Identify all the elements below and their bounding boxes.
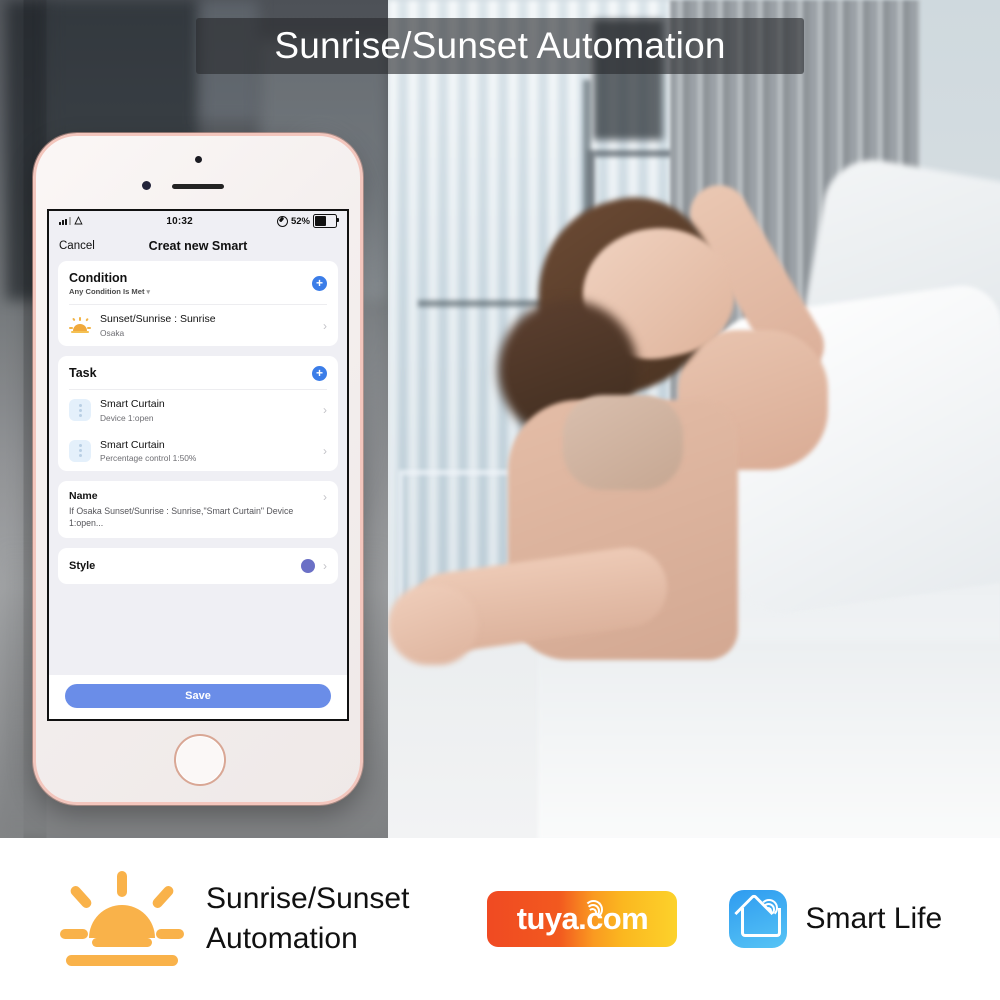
- status-bar-time: 10:32: [166, 215, 193, 227]
- phone-screen: △ 10:32 52% Cancel Creat new Smart Condi…: [47, 209, 349, 721]
- earpiece-speaker: [172, 184, 224, 189]
- smart-life-label: Smart Life: [805, 902, 943, 935]
- add-task-button[interactable]: +: [312, 365, 327, 381]
- footer-bar: Sunrise/Sunset Automation tuya.com Smart…: [0, 838, 1000, 1000]
- task-item-subtitle: Device 1:open: [100, 412, 154, 423]
- sunrise-icon: [60, 869, 184, 969]
- screen-content: Condition Any Condition Is Met ▾ + Sunse…: [49, 261, 347, 584]
- task-item-title: Smart Curtain: [100, 397, 165, 410]
- add-condition-button[interactable]: +: [312, 276, 327, 292]
- location-services-icon: [276, 215, 288, 227]
- chevron-right-icon: ›: [323, 318, 327, 333]
- chevron-right-icon: ›: [323, 443, 327, 458]
- name-card[interactable]: Name If Osaka Sunset/Sunrise : Sunrise,"…: [58, 481, 338, 538]
- footer-feature-title: Sunrise/Sunset Automation: [206, 882, 410, 955]
- name-label: Name: [69, 490, 98, 503]
- condition-subtitle-text: Any Condition Is Met: [69, 287, 145, 297]
- proximity-sensor-icon: [142, 181, 151, 190]
- banner: Sunrise/Sunset Automation: [196, 18, 804, 74]
- style-card[interactable]: Style ›: [58, 548, 338, 584]
- signal-bars-icon: [59, 217, 71, 225]
- style-color-swatch[interactable]: [301, 559, 315, 573]
- condition-subtitle[interactable]: Any Condition Is Met ▾: [69, 287, 312, 296]
- condition-item-subtitle: Osaka: [100, 327, 125, 338]
- chevron-right-icon: ›: [323, 490, 327, 505]
- condition-card: Condition Any Condition Is Met ▾ + Sunse…: [58, 261, 338, 346]
- curtain-device-icon: [69, 399, 91, 422]
- list-item[interactable]: Smart Curtain Device 1:open ›: [58, 390, 338, 431]
- cancel-button[interactable]: Cancel: [59, 240, 95, 252]
- photo-bedroom-scene: [388, 0, 1000, 838]
- sunrise-icon: [69, 316, 91, 335]
- list-item[interactable]: Sunset/Sunrise : Sunrise Osaka ›: [58, 305, 338, 346]
- banner-title: Sunrise/Sunset Automation: [274, 25, 726, 66]
- task-item-title: Smart Curtain: [100, 438, 165, 451]
- smart-life-logo: Smart Life: [729, 890, 942, 948]
- tuya-logo: tuya.com: [487, 891, 678, 947]
- battery-icon: [313, 214, 339, 228]
- wifi-arc-icon: [584, 898, 606, 919]
- chevron-down-icon: ▾: [146, 289, 151, 297]
- style-label: Style: [69, 560, 96, 572]
- front-camera-icon: [194, 156, 202, 163]
- battery-percent: 52%: [290, 215, 310, 227]
- tuya-wordmark: tuya: [516, 901, 579, 936]
- condition-title: Condition: [69, 271, 128, 285]
- save-button[interactable]: Save: [65, 684, 331, 708]
- poster: Sunrise/Sunset Automation △ 10:32 52% Ca…: [0, 0, 1000, 1000]
- smart-life-app-icon: [729, 890, 788, 948]
- condition-header: Condition Any Condition Is Met ▾ +: [58, 261, 338, 304]
- wifi-icon: △: [74, 215, 83, 226]
- nav-bar: Cancel Creat new Smart: [49, 231, 347, 261]
- condition-item-title: Sunset/Sunrise : Sunrise: [100, 313, 216, 326]
- wifi-arc-icon: [760, 898, 781, 917]
- task-title: Task: [69, 366, 97, 381]
- chevron-right-icon: ›: [323, 559, 327, 573]
- home-button[interactable]: [174, 734, 226, 786]
- name-value: If Osaka Sunset/Sunrise : Sunrise,"Smart…: [69, 506, 294, 528]
- task-card: Task + Smart Curtain Device 1:open › Sma…: [58, 355, 338, 472]
- chevron-right-icon: ›: [323, 403, 327, 418]
- list-item[interactable]: Smart Curtain Percentage control 1:50% ›: [58, 431, 338, 472]
- phone-mockup: △ 10:32 52% Cancel Creat new Smart Condi…: [33, 133, 363, 805]
- status-bar: △ 10:32 52%: [49, 211, 347, 231]
- save-bar: Save: [49, 675, 347, 719]
- task-item-subtitle: Percentage control 1:50%: [100, 453, 197, 464]
- task-header: Task +: [58, 356, 338, 389]
- curtain-device-icon: [69, 439, 91, 462]
